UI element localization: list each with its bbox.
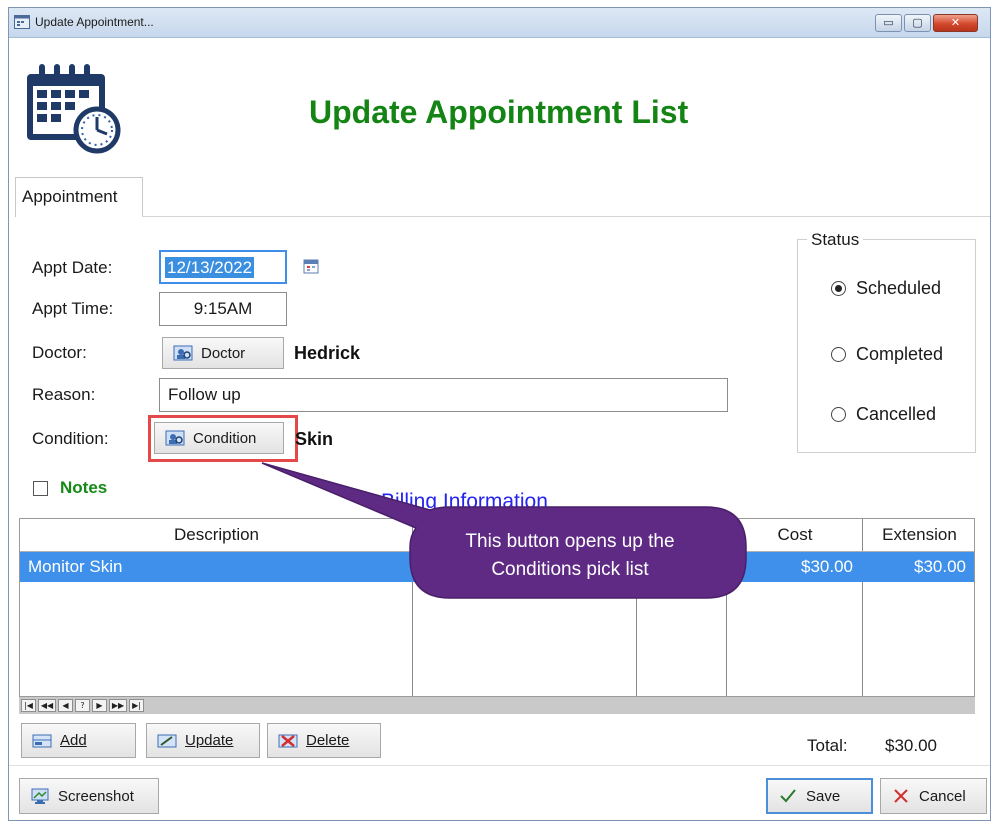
maximize-button[interactable]: ▢ xyxy=(904,14,931,32)
status-legend: Status xyxy=(807,230,864,250)
person-lookup-icon xyxy=(173,345,193,361)
appt-date-label: Appt Date: xyxy=(32,258,113,277)
condition-label: Condition: xyxy=(32,429,109,448)
row-description: Monitor Skin xyxy=(28,557,123,576)
billing-information-title: Billing Information xyxy=(381,490,548,513)
update-button[interactable]: Update xyxy=(146,723,260,758)
delete-button-label: Delete xyxy=(306,732,350,749)
add-row-icon xyxy=(32,734,52,747)
total-label: Total: xyxy=(807,736,848,755)
calendar-picker-icon[interactable] xyxy=(303,258,319,274)
radio-cancelled[interactable] xyxy=(831,407,846,422)
grid-header-extension[interactable]: Extension xyxy=(863,519,974,551)
status-completed-option[interactable]: Completed xyxy=(831,344,943,365)
status-cancelled-option[interactable]: Cancelled xyxy=(831,404,936,425)
close-button[interactable]: ✕ xyxy=(933,14,978,32)
title-bar: Update Appointment... ▭ ▢ ✕ xyxy=(9,8,990,38)
close-icon: ✕ xyxy=(950,16,961,29)
doctor-label: Doctor: xyxy=(32,343,87,362)
nav-help-button[interactable]: ? xyxy=(75,699,90,712)
status-scheduled-label: Scheduled xyxy=(856,278,942,298)
footer-divider xyxy=(9,765,990,766)
add-button-label: Add xyxy=(60,732,87,749)
row-extension: $30.00 xyxy=(914,557,966,576)
callout-line-2: Conditions pick list xyxy=(491,559,649,580)
grid-header-description[interactable]: Description xyxy=(20,519,413,551)
appt-date-field[interactable]: 12/13/2022 xyxy=(159,250,287,284)
cancel-button[interactable]: Cancel xyxy=(880,778,987,814)
cancel-button-label: Cancel xyxy=(919,787,966,805)
grid-header-cost[interactable]: Cost xyxy=(727,519,863,551)
status-scheduled-option[interactable]: Scheduled xyxy=(831,278,941,299)
reason-label: Reason: xyxy=(32,385,96,404)
add-button[interactable]: Add xyxy=(21,723,136,758)
app-window-icon xyxy=(14,15,30,29)
delete-button[interactable]: Delete xyxy=(267,723,381,758)
update-button-label: Update xyxy=(185,732,234,749)
status-completed-label: Completed xyxy=(856,344,944,364)
status-cancelled-label: Cancelled xyxy=(856,404,937,424)
window-title: Update Appointment... xyxy=(35,15,154,29)
callout-text: This button opens up the Conditions pick… xyxy=(410,528,730,584)
minimize-button[interactable]: ▭ xyxy=(875,14,902,32)
notes-checkbox[interactable] xyxy=(33,480,48,496)
screenshot-button[interactable]: Screenshot xyxy=(19,778,159,814)
edit-row-icon xyxy=(157,734,177,747)
minimize-icon: ▭ xyxy=(883,16,894,29)
notes-label: Notes xyxy=(60,478,108,497)
nav-next-button[interactable]: ▶ xyxy=(92,699,107,712)
radio-completed[interactable] xyxy=(831,347,846,362)
row-cost: $30.00 xyxy=(801,557,853,576)
notes-checkbox-row[interactable]: Notes xyxy=(33,478,107,498)
radio-scheduled[interactable] xyxy=(831,281,846,296)
nav-first-button[interactable]: |◀ xyxy=(21,699,36,712)
cancel-x-icon xyxy=(894,789,908,803)
maximize-icon: ▢ xyxy=(912,16,923,29)
doctor-button-label: Doctor xyxy=(201,344,246,362)
appt-time-field[interactable]: 9:15AM xyxy=(159,292,287,326)
tab-divider xyxy=(142,216,990,217)
page-title: Update Appointment List xyxy=(309,94,689,130)
condition-value: Skin xyxy=(295,429,334,449)
save-button[interactable]: Save xyxy=(766,778,873,814)
save-button-label: Save xyxy=(806,787,841,805)
doctor-value: Hedrick xyxy=(294,343,361,363)
reason-input[interactable]: Follow up xyxy=(159,378,728,412)
delete-row-icon xyxy=(278,734,298,747)
appt-date-value: 12/13/2022 xyxy=(165,257,255,278)
calendar-clock-icon xyxy=(27,64,121,154)
tab-appointment[interactable]: Appointment xyxy=(15,177,143,217)
condition-highlight-box xyxy=(148,415,298,462)
callout-line-1: This button opens up the xyxy=(465,531,675,552)
update-appointment-window: Update Appointment... ▭ ▢ ✕ Update Appoi… xyxy=(8,7,991,821)
screenshot-button-label: Screenshot xyxy=(58,787,134,805)
checkmark-icon xyxy=(780,789,796,803)
grid-navigator: |◀ ◀◀ ◀ ? ▶ ▶▶ ▶| xyxy=(19,696,975,714)
doctor-button[interactable]: Doctor xyxy=(162,337,284,369)
appt-time-label: Appt Time: xyxy=(32,299,114,318)
nav-prev-page-button[interactable]: ◀◀ xyxy=(38,699,56,712)
nav-prev-button[interactable]: ◀ xyxy=(58,699,73,712)
total-value: $30.00 xyxy=(885,736,937,755)
nav-next-page-button[interactable]: ▶▶ xyxy=(109,699,127,712)
nav-last-button[interactable]: ▶| xyxy=(129,699,144,712)
screenshot-icon xyxy=(31,788,49,804)
